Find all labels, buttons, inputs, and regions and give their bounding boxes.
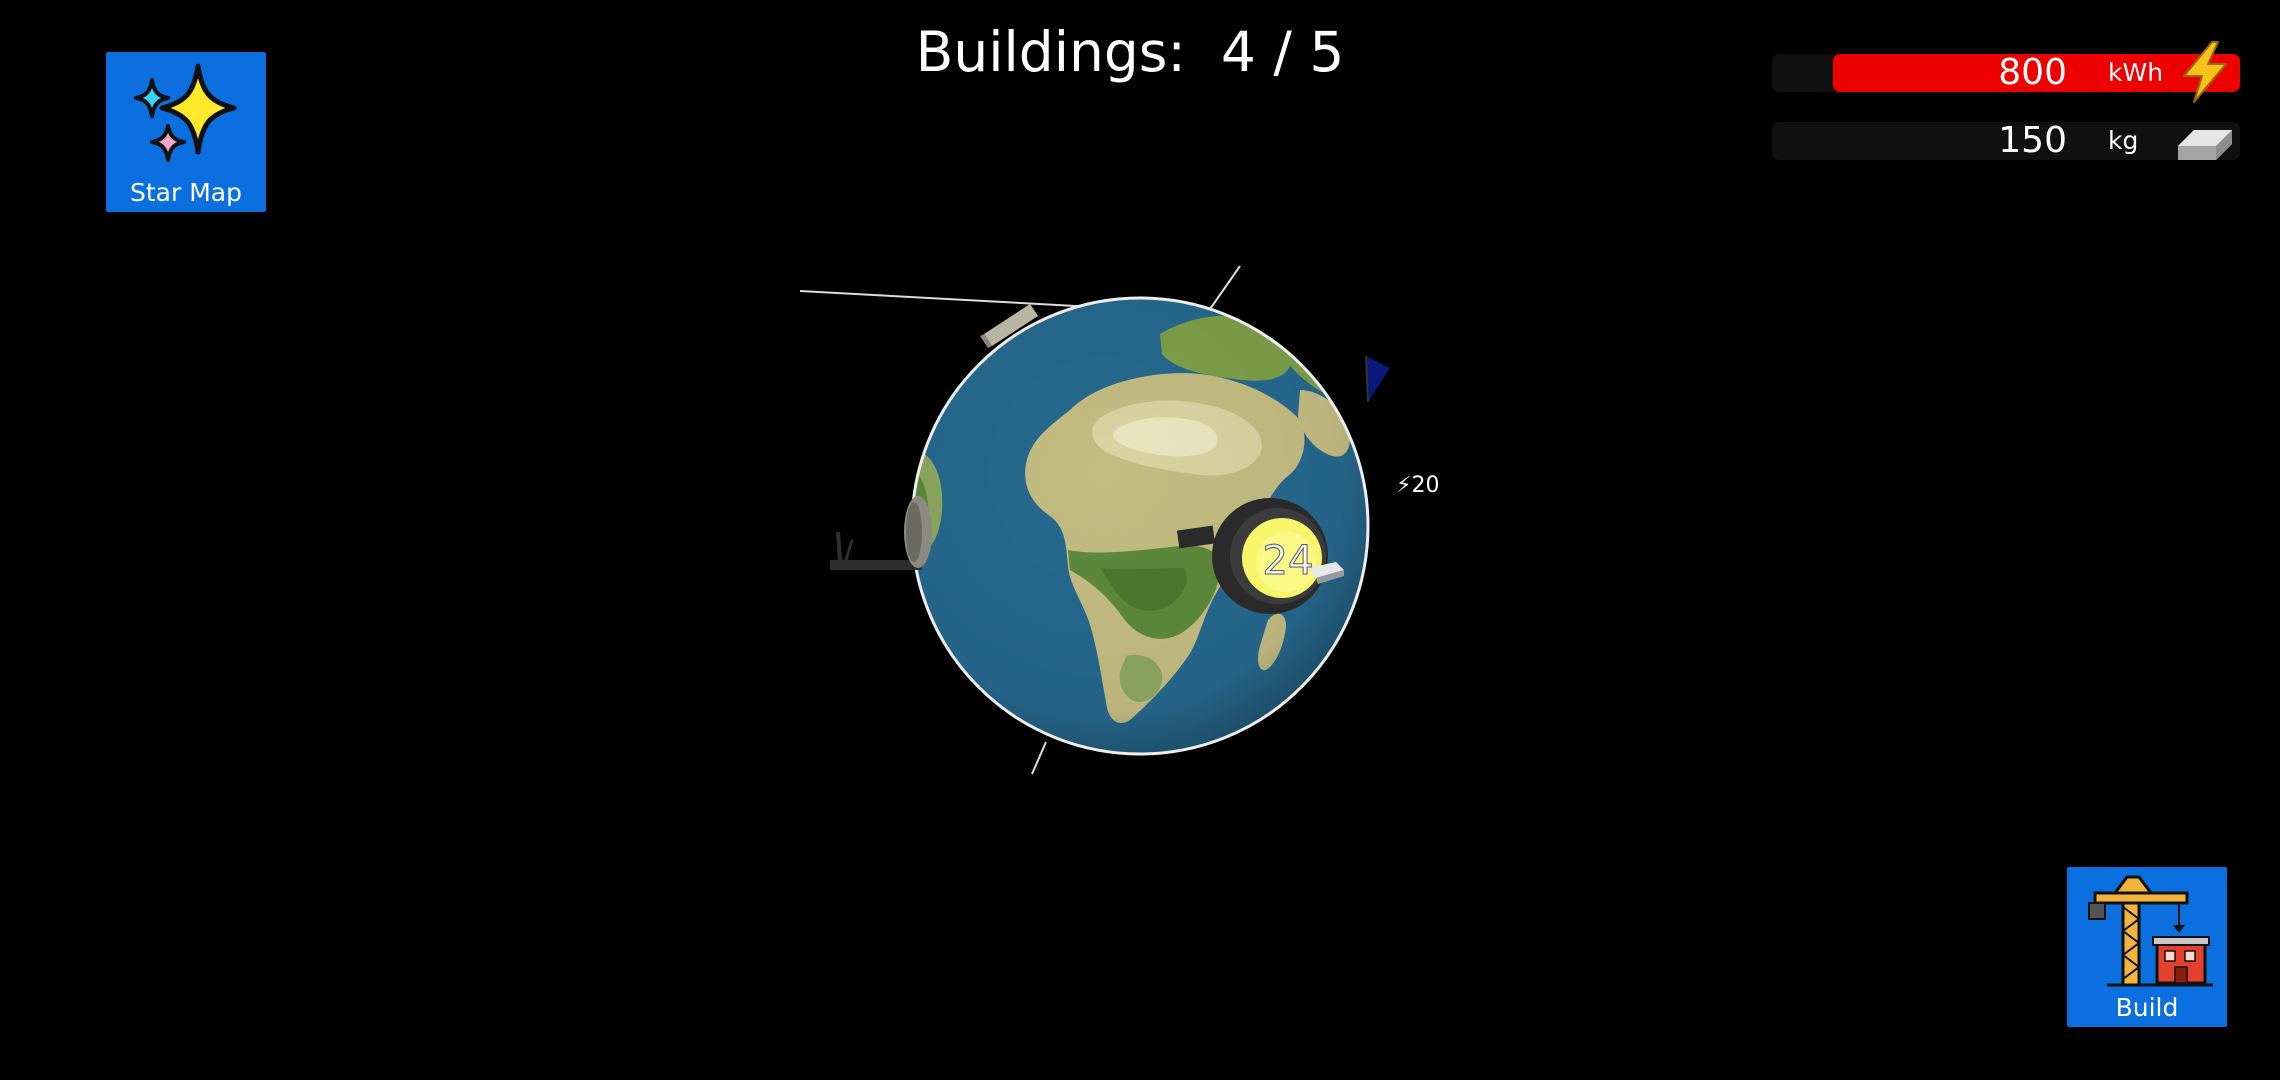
- energy-value: 800: [1998, 52, 2067, 93]
- telescope-building[interactable]: [830, 496, 932, 570]
- planet-view[interactable]: ⚡20 24: [800, 250, 1480, 810]
- star-map-label: Star Map: [130, 178, 242, 207]
- crane-icon: [2088, 875, 2213, 987]
- build-button[interactable]: Build: [2067, 867, 2227, 1027]
- game-screen: Star Map Buildings: 4 / 5 800 kWh 150 kg: [0, 0, 2280, 1080]
- energy-unit: kWh: [2108, 58, 2164, 87]
- energy-resource: 800 kWh: [1772, 41, 2252, 103]
- flag-building[interactable]: [1365, 355, 1390, 403]
- metal-resource: 150 kg: [1772, 118, 2252, 162]
- production-badge: ⚡20: [1396, 473, 1439, 498]
- metal-unit: kg: [2108, 126, 2139, 155]
- lightning-icon: [2183, 41, 2227, 103]
- sun-building-count: 24: [1263, 538, 1314, 584]
- axis-bottom-marker: [1031, 741, 1047, 775]
- metal-value: 150: [1998, 120, 2067, 161]
- metal-ingot-icon: [2178, 130, 2232, 160]
- build-label: Build: [2115, 993, 2179, 1022]
